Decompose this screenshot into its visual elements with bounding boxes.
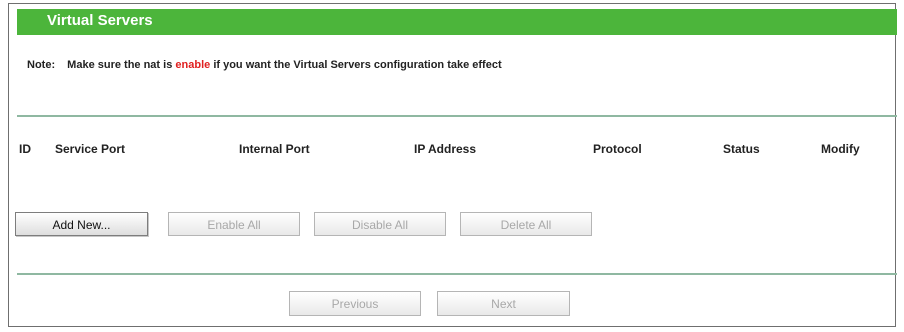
note-text-before: Make sure the nat is [67,59,173,71]
note-enable-highlight: enable [175,59,211,71]
enable-all-button[interactable]: Enable All [168,212,300,236]
note-label: Note: [27,59,56,71]
column-header-status: Status [723,142,760,156]
delete-all-button[interactable]: Delete All [460,212,592,236]
column-header-modify: Modify [821,142,860,156]
column-header-protocol: Protocol [593,142,642,156]
bottom-divider [17,273,897,275]
disable-all-button[interactable]: Disable All [314,212,446,236]
column-header-ip-address: IP Address [414,142,477,156]
top-divider [17,115,897,117]
column-header-service-port: Service Port [55,142,126,156]
page-title: Virtual Servers [47,12,153,29]
column-header-id: ID [19,142,31,156]
column-header-internal-port: Internal Port [239,142,310,156]
page-header: Virtual Servers [17,9,897,35]
previous-page-button[interactable]: Previous [289,291,421,316]
note-text: Note: Make sure the nat is enable if you… [27,59,502,71]
next-page-button[interactable]: Next [437,291,570,316]
page-frame: Virtual Servers Note: Make sure the nat … [8,3,897,327]
note-text-after: if you want the Virtual Servers configur… [213,59,502,71]
add-new-button[interactable]: Add New... [15,212,148,236]
